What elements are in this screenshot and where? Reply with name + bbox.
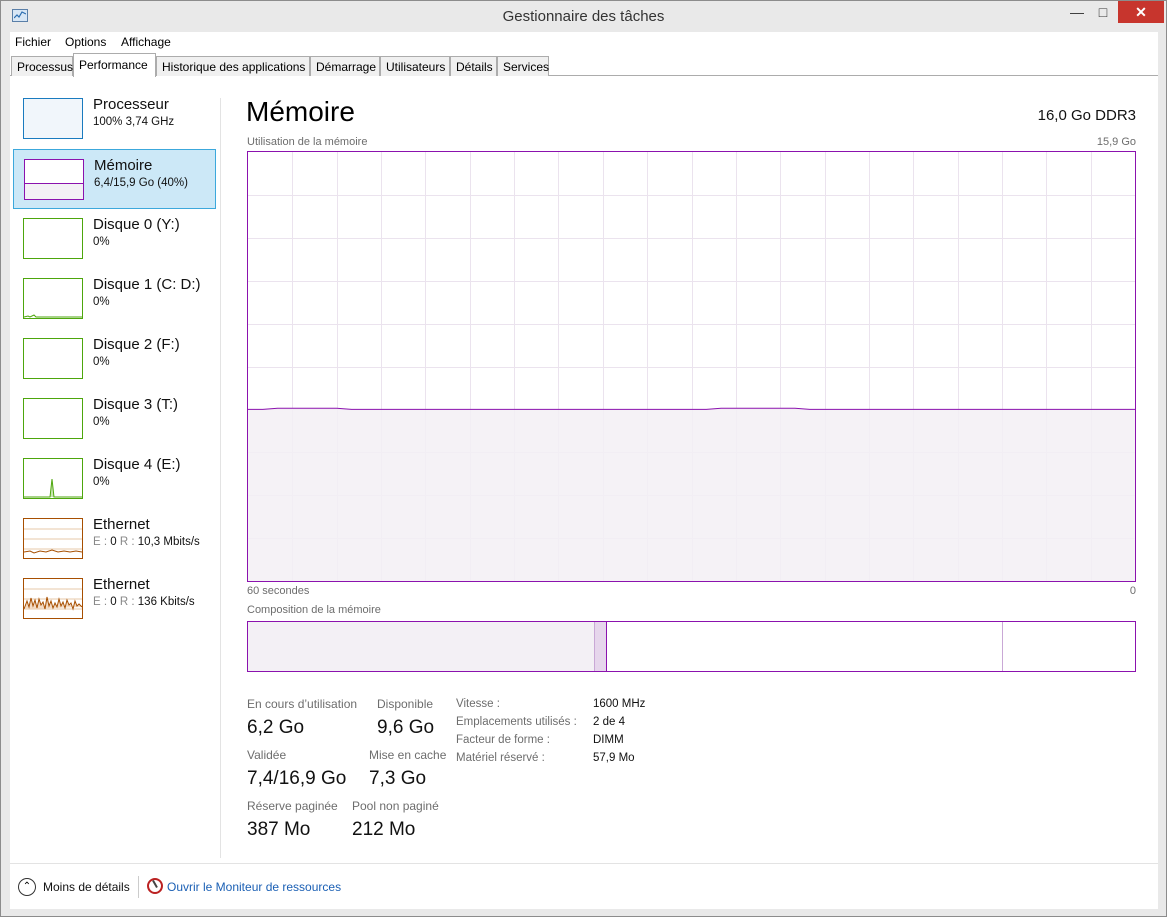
sidebar-item-title: Disque 0 (Y:) [93,216,180,233]
sidebar-item-subtitle: 0% [93,356,110,368]
usage-graph-max: 15,9 Go [1096,136,1136,148]
stat-label: Mise en cache [369,748,447,762]
menu-fichier[interactable]: Fichier [15,35,51,49]
sidebar-item-subtitle: E : 0 R : 10,3 Mbits/s [93,536,200,548]
footer-separator [138,876,139,898]
stat-label: Pool non paginé [352,799,439,813]
sidebar-item-title: Ethernet [93,576,150,593]
info-value: 2 de 4 [593,716,625,728]
sidebar-item-subtitle: E : 0 R : 136 Kbits/s [93,596,195,608]
composition-label: Composition de la mémoire [247,604,381,616]
sidebar-item-disque-0[interactable]: Disque 0 (Y:) 0% [13,209,216,269]
tab-services[interactable]: Services [497,56,549,76]
menu-options[interactable]: Options [65,35,106,49]
info-label: Facteur de forme : [456,734,550,746]
sidebar-item-disque-4[interactable]: Disque 4 (E:) 0% [13,449,216,509]
chevron-up-icon[interactable]: ⌃ [18,878,36,896]
memory-thumbnail [24,159,84,200]
sidebar-item-title: Processeur [93,96,169,113]
composition-free[interactable] [1003,622,1135,671]
tab-processus[interactable]: Processus [11,56,73,76]
footer: ⌃ Moins de détails Ouvrir le Moniteur de… [10,863,1158,909]
usage-area [248,408,1135,581]
disk-thumbnail [23,278,83,319]
minimize-button[interactable]: — [1064,1,1090,23]
sidebar-item-subtitle: 0% [93,236,110,248]
sidebar-item-title: Disque 1 (C: D:) [93,276,201,293]
sidebar-item-disque-2[interactable]: Disque 2 (F:) 0% [13,329,216,389]
title-bar: Gestionnaire des tâches — □ ✕ [1,1,1166,32]
info-value: 1600 MHz [593,698,646,710]
stat-label: Validée [247,748,287,762]
stat-label: Réserve paginée [247,799,338,813]
close-button[interactable]: ✕ [1118,1,1164,23]
stat-value: 387 Mo [247,819,311,840]
cpu-thumbnail [23,98,83,139]
memory-composition-bar [247,621,1136,672]
disk-thumbnail [23,458,83,499]
sidebar-item-memoire[interactable]: Mémoire 6,4/15,9 Go (40%) [13,149,216,209]
sidebar-item-disque-1[interactable]: Disque 1 (C: D:) 0% [13,269,216,329]
tab-historique[interactable]: Historique des applications [156,56,310,76]
stat-label: En cours d’utilisation [247,697,358,711]
sidebar-item-subtitle: 0% [93,416,110,428]
usage-graph-label: Utilisation de la mémoire [247,136,368,148]
tab-details[interactable]: Détails [450,56,497,76]
stat-value: 212 Mo [352,819,416,840]
sidebar-item-subtitle: 6,4/15,9 Go (40%) [94,177,188,189]
menu-affichage[interactable]: Affichage [121,35,171,49]
tab-bar: Processus Performance Historique des app… [10,52,1158,77]
menu-bar: Fichier Options Affichage [10,32,1158,52]
memory-usage-chart [248,152,1135,581]
memory-usage-graph [247,151,1136,582]
sidebar-item-processeur[interactable]: Processeur 100% 3,74 GHz [13,89,216,149]
sidebar-item-subtitle: 100% 3,74 GHz [93,116,175,128]
time-axis-end: 0 [1129,585,1136,597]
sidebar-item-title: Disque 4 (E:) [93,456,181,473]
ethernet-thumbnail [23,518,83,559]
sidebar-item-title: Ethernet [93,516,150,533]
stat-value: 9,6 Go [377,717,435,738]
sidebar-divider [220,98,221,858]
sidebar-item-title: Disque 2 (F:) [93,336,180,353]
sidebar-item-ethernet-2[interactable]: Ethernet E : 0 R : 136 Kbits/s [13,569,216,629]
less-details-button[interactable]: Moins de détails [43,880,130,894]
info-value: 57,9 Mo [593,752,635,764]
sidebar-item-subtitle: 0% [93,476,110,488]
memory-spec: 16,0 Go DDR3 [1037,107,1136,124]
sidebar-item-disque-3[interactable]: Disque 3 (T:) 0% [13,389,216,449]
info-label: Matériel réservé : [456,752,545,764]
sidebar-item-title: Mémoire [94,157,153,174]
window-title: Gestionnaire des tâches [502,8,665,25]
stat-value: 7,4/16,9 Go [247,768,347,789]
page-title: Mémoire [246,96,355,127]
info-value: DIMM [593,734,624,746]
composition-modified[interactable] [594,622,607,671]
resource-monitor-icon [147,878,163,894]
performance-panel: Processeur 100% 3,74 GHz Mémoire 6,4/15,… [10,76,1158,863]
composition-standby[interactable] [607,622,1003,671]
maximize-button[interactable]: □ [1090,1,1116,23]
sidebar-item-subtitle: 0% [93,296,110,308]
sidebar-item-title: Disque 3 (T:) [93,396,179,413]
tab-performance[interactable]: Performance [73,53,156,77]
info-label: Emplacements utilisés : [456,716,577,728]
tab-utilisateurs[interactable]: Utilisateurs [380,56,450,76]
disk-thumbnail [23,338,83,379]
ethernet-thumbnail [23,578,83,619]
stat-value: 6,2 Go [247,717,305,738]
disk-thumbnail [23,398,83,439]
composition-in-use[interactable] [248,622,594,671]
resource-monitor-link[interactable]: Ouvrir le Moniteur de ressources [167,880,341,894]
sidebar-item-ethernet-1[interactable]: Ethernet E : 0 R : 10,3 Mbits/s [13,509,216,569]
task-manager-window: Gestionnaire des tâches — □ ✕ Fichier Op… [0,0,1167,917]
info-label: Vitesse : [456,698,500,710]
stat-label: Disponible [377,697,434,711]
time-axis-label: 60 secondes [247,585,310,597]
tab-demarrage[interactable]: Démarrage [310,56,380,76]
stat-value: 7,3 Go [369,768,427,789]
disk-thumbnail [23,218,83,259]
